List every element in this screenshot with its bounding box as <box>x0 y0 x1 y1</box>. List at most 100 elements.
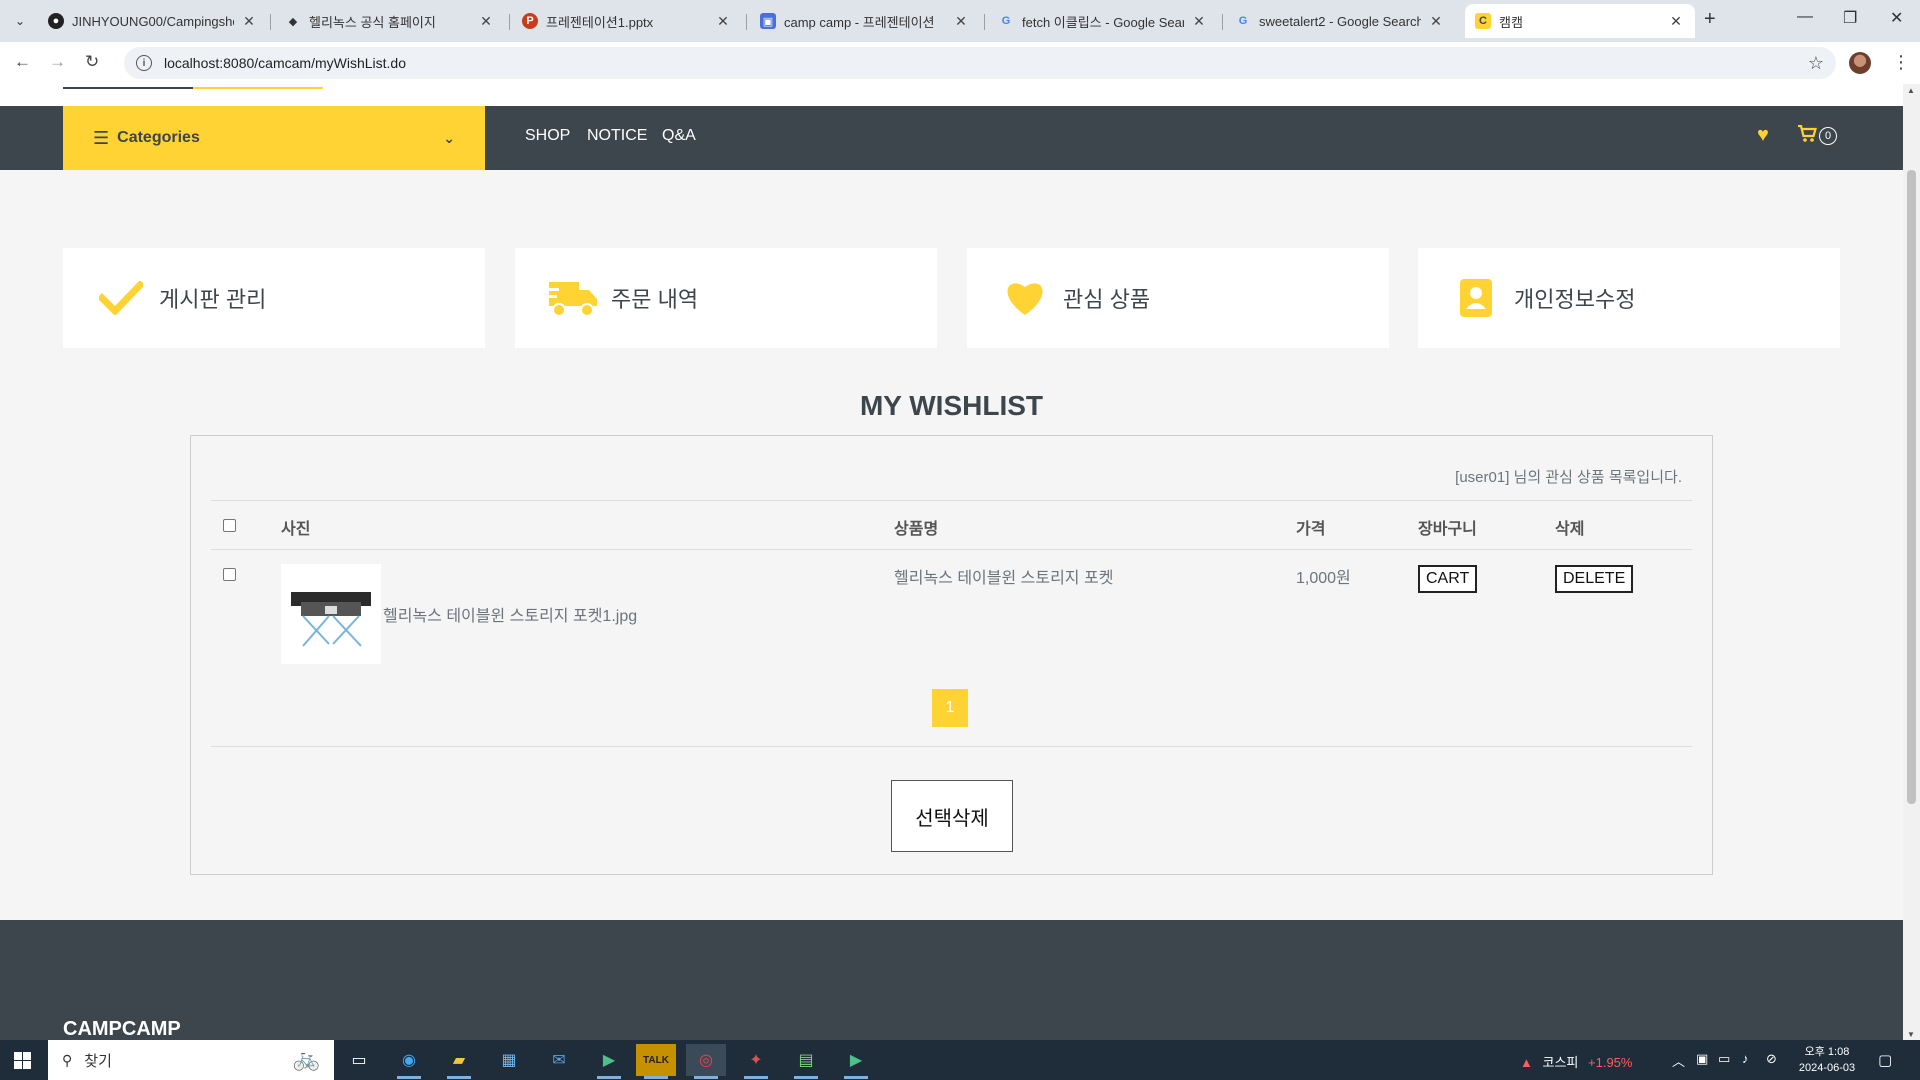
heart-icon <box>997 279 1053 317</box>
wishlist-owner-notice: [user01] 님의 관심 상품 목록입니다. <box>1455 469 1682 486</box>
restore-icon[interactable]: ❐ <box>1843 8 1857 28</box>
row-checkbox[interactable] <box>223 568 236 581</box>
stock-chart-icon: ▲ <box>1520 1055 1533 1070</box>
select-all-checkbox[interactable] <box>223 519 236 532</box>
edge-icon[interactable]: ◉ <box>389 1044 429 1079</box>
windows-start-icon[interactable] <box>14 1052 31 1069</box>
tab-google-sweetalert[interactable]: G sweetalert2 - Google Search ✕ <box>1225 4 1455 38</box>
tab-google-fetch[interactable]: G fetch 이클립스 - Google Searc ✕ <box>988 4 1218 38</box>
kospi-widget[interactable]: ▲ 코스피 +1.95% <box>1520 1052 1632 1071</box>
chrome-icon[interactable]: ◎ <box>686 1044 726 1079</box>
wishlist-heart-icon[interactable]: ♥ <box>1757 124 1769 147</box>
card-order-history[interactable]: 주문 내역 <box>515 248 937 348</box>
menu-kebab-icon[interactable]: ⋮ <box>1892 52 1910 73</box>
scroll-down-icon[interactable]: ▼ <box>1907 1030 1915 1039</box>
profile-avatar[interactable] <box>1849 52 1871 74</box>
card-profile-edit[interactable]: 개인정보수정 <box>1418 248 1840 348</box>
scroll-up-icon[interactable]: ▲ <box>1907 86 1915 95</box>
add-to-cart-button[interactable]: CART <box>1418 565 1478 593</box>
clock-date: 2024-06-03 <box>1798 1062 1856 1074</box>
close-tab-icon[interactable]: ✕ <box>714 13 732 30</box>
scrollbar-thumb[interactable] <box>1907 170 1916 804</box>
header-price: 가격 <box>1296 521 1326 538</box>
tab-slides[interactable]: ▣ camp camp - 프레젠테이션 ✕ <box>750 4 980 38</box>
task-view-icon[interactable]: ▭ <box>339 1044 379 1076</box>
store-icon[interactable]: ▦ <box>489 1044 529 1076</box>
table-header: 사진 상품명 가격 장바구니 삭제 <box>211 500 1692 550</box>
cart-icon[interactable] <box>1797 124 1817 148</box>
notification-icon[interactable]: ▢ <box>1878 1051 1892 1069</box>
browser-tab-strip: ⌄ ● JINHYOUNG00/Campingshop ✕ ◆ 헬리녹스 공식 … <box>0 0 1920 42</box>
forward-icon[interactable]: → <box>49 52 66 72</box>
product-image-filename: 헬리녹스 테이블윈 스토리지 포켓1.jpg <box>383 608 638 625</box>
tab-title: camp camp - 프레젠테이션 <box>784 14 935 30</box>
card-wishlist[interactable]: 관심 상품 <box>967 248 1389 348</box>
tab-divider <box>746 14 747 30</box>
media-app-icon[interactable]: ▶ <box>589 1044 629 1079</box>
bookmark-star-icon[interactable]: ☆ <box>1808 53 1824 74</box>
close-tab-icon[interactable]: ✕ <box>1190 13 1208 30</box>
delete-selected-button[interactable]: 선택삭제 <box>891 780 1013 852</box>
delete-item-button[interactable]: DELETE <box>1555 565 1634 593</box>
url-text[interactable]: localhost:8080/camcam/myWishList.do <box>164 55 1808 71</box>
wishlist-panel: [user01] 님의 관심 상품 목록입니다. 사진 상품명 가격 장바구니 … <box>190 435 1713 875</box>
meet-icon[interactable]: ▣ <box>1696 1051 1708 1067</box>
categories-label: Categories <box>117 129 200 146</box>
back-icon[interactable]: ← <box>14 52 31 72</box>
kakaotalk-icon[interactable]: TALK <box>636 1044 676 1079</box>
tab-search-icon[interactable]: ⌄ <box>8 9 32 33</box>
new-tab-icon[interactable]: + <box>1704 8 1716 31</box>
media-app-2-icon[interactable]: ▶ <box>836 1044 876 1079</box>
tab-divider <box>270 14 271 30</box>
google-icon: G <box>1238 15 1248 27</box>
close-tab-icon[interactable]: ✕ <box>1427 13 1445 30</box>
tab-title: 헬리녹스 공식 홈페이지 <box>309 14 436 30</box>
tab-helinox[interactable]: ◆ 헬리녹스 공식 홈페이지 ✕ <box>275 4 505 38</box>
header-photo: 사진 <box>281 521 311 538</box>
tab-divider <box>509 14 510 30</box>
volume-icon[interactable]: ♪ <box>1742 1051 1749 1066</box>
page-scrollbar[interactable]: ▲ ▼ <box>1903 84 1920 1041</box>
close-tab-icon[interactable]: ✕ <box>240 13 258 30</box>
close-tab-icon[interactable]: ✕ <box>477 13 495 30</box>
header-delete: 삭제 <box>1555 521 1585 538</box>
nav-notice[interactable]: NOTICE <box>587 127 647 145</box>
tab-divider <box>1222 14 1223 30</box>
close-tab-icon[interactable]: ✕ <box>1667 13 1685 30</box>
diamond-icon: ◆ <box>288 15 298 28</box>
github-icon: ● <box>48 13 64 29</box>
tab-github[interactable]: ● JINHYOUNG00/Campingshop ✕ <box>38 4 268 38</box>
close-tab-icon[interactable]: ✕ <box>952 13 970 30</box>
sheet-app-icon[interactable]: ▤ <box>786 1044 826 1079</box>
table-row: 헬리녹스 테이블윈 스토리지 포켓1.jpg 헬리녹스 테이블윈 스토리지 포켓… <box>211 550 1692 680</box>
ime-icon[interactable]: ⊘ <box>1766 1051 1777 1067</box>
minimize-icon[interactable]: — <box>1797 8 1813 26</box>
nav-shop[interactable]: SHOP <box>525 127 570 145</box>
tab-camcam[interactable]: C 캠캠 ✕ <box>1465 4 1695 38</box>
search-placeholder: 찾기 <box>84 1052 112 1070</box>
taskbar-search[interactable]: ⚲ 찾기 🚲 <box>48 1040 334 1080</box>
game-app-icon[interactable]: ✦ <box>736 1044 776 1079</box>
card-board-manage[interactable]: 게시판 관리 <box>63 248 485 348</box>
product-name[interactable]: 헬리녹스 테이블윈 스토리지 포켓 <box>894 564 1113 588</box>
top-strip <box>0 84 1903 106</box>
nav-qna[interactable]: Q&A <box>662 127 696 145</box>
categories-dropdown[interactable]: ☰ Categories ⌄ <box>63 106 485 170</box>
site-info-icon[interactable]: i <box>136 55 152 71</box>
truck-icon <box>545 278 601 318</box>
tab-title: 프레젠테이션1.pptx <box>546 14 654 30</box>
network-icon[interactable]: ▭ <box>1718 1051 1730 1067</box>
mail-icon[interactable]: ✉ <box>539 1044 579 1076</box>
user-card-icon <box>1448 277 1504 319</box>
tab-title: JINHYOUNG00/Campingshop <box>72 13 234 29</box>
system-clock[interactable]: 오후 1:08 2024-06-03 <box>1792 1044 1862 1076</box>
pagination-page-1[interactable]: 1 <box>932 689 968 727</box>
tab-title: sweetalert2 - Google Search <box>1259 13 1421 29</box>
tray-expand-icon[interactable]: ︿ <box>1672 1051 1685 1070</box>
footer-brand: CAMPCAMP <box>63 1018 181 1040</box>
file-explorer-icon[interactable]: ▰ <box>439 1044 479 1079</box>
tab-pptx[interactable]: P 프레젠테이션1.pptx ✕ <box>512 4 742 38</box>
url-bar[interactable]: i localhost:8080/camcam/myWishList.do ☆ <box>124 47 1836 79</box>
reload-icon[interactable]: ↻ <box>85 52 99 72</box>
close-window-icon[interactable]: ✕ <box>1890 8 1903 28</box>
